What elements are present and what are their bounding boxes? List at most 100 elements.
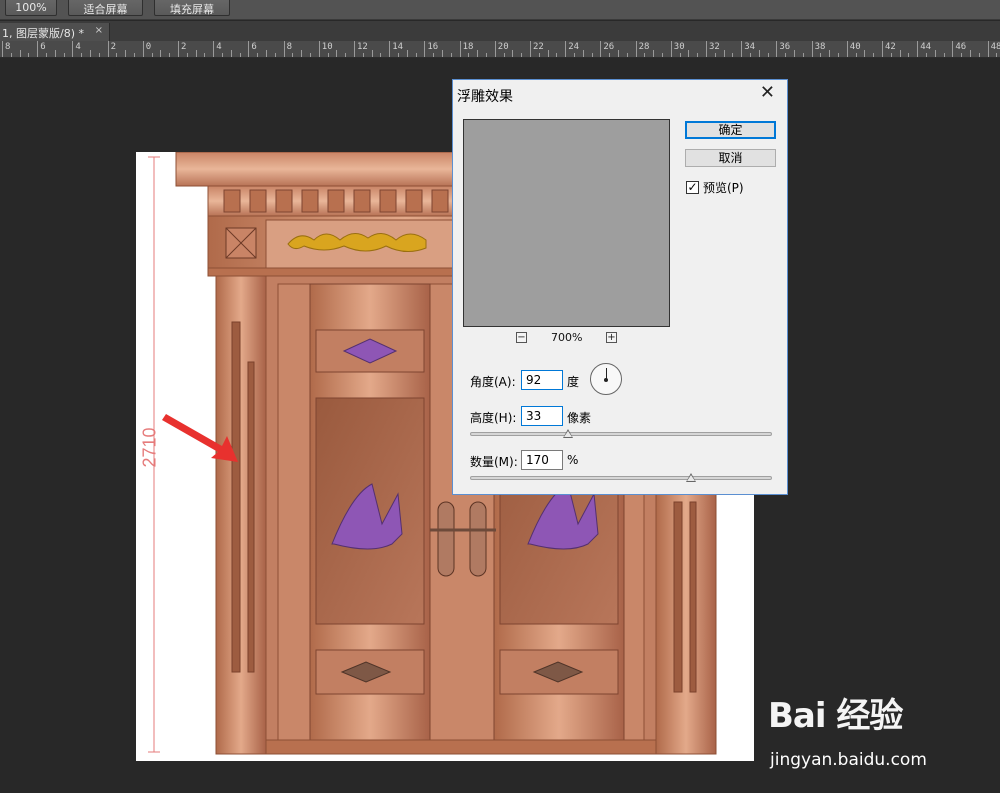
dialog-close-icon[interactable]: ✕ [760,82,775,103]
ruler-major-tick [600,41,602,57]
zoom-100-button[interactable]: 100% [5,0,57,16]
angle-field[interactable]: 92 [521,370,563,390]
ruler-minor-tick [961,53,963,57]
ruler-minor-tick [477,50,479,57]
ruler-minor-tick [591,53,593,57]
dialog-title: 浮雕效果 [457,89,513,105]
ruler-minor-tick [406,50,408,57]
ruler-minor-tick [90,50,91,57]
ruler-major-tick [776,41,778,57]
ruler-minor-tick [943,53,945,57]
close-tab-icon[interactable]: × [95,25,103,36]
ruler-minor-tick [195,50,197,57]
ruler-label: 46 [955,42,967,52]
ruler-minor-tick [714,53,716,57]
height-slider[interactable] [470,429,772,438]
ruler-minor-tick [486,53,487,57]
ruler-minor-tick [697,53,699,57]
ruler-label: 22 [533,42,544,52]
ruler-major-tick [846,41,848,57]
height-field[interactable]: 33 [521,406,563,426]
angle-dial[interactable] [590,363,622,395]
preview-area[interactable] [463,119,670,327]
ruler-minor-tick [257,53,259,57]
ruler-minor-tick [521,53,523,57]
zoom-level: 700% [551,331,583,344]
ruler-major-tick [459,41,461,57]
ruler-label: 8 [286,42,293,52]
ruler-minor-tick [134,53,135,57]
ruler-minor-tick [398,53,399,57]
fit-screen-button[interactable]: 适合屏幕 [68,0,143,16]
ruler-minor-tick [380,53,382,57]
ruler-minor-tick [908,53,910,57]
ok-button[interactable]: 确定 [685,121,776,139]
ruler-major-tick [72,41,74,57]
ruler-label: 14 [392,42,404,52]
zoom-out-icon[interactable]: − [516,332,527,343]
ruler-minor-tick [10,53,12,57]
ruler-label: 34 [744,42,756,52]
ruler-minor-tick [204,53,206,57]
ruler-major-tick [318,41,320,57]
ruler-label: 8 [5,42,11,52]
ruler-minor-tick [362,53,364,57]
options-bar: 100% 适合屏幕 填充屏幕 [0,0,1000,20]
ruler-major-tick [248,41,250,57]
ruler-minor-tick [160,50,162,57]
ruler-minor-tick [433,53,435,57]
ruler-major-tick [882,41,883,57]
ruler-minor-tick [442,50,443,57]
ruler-label: 12 [357,42,368,52]
height-unit: 像素 [567,411,592,425]
ruler-label: 6 [251,42,257,52]
ruler-minor-tick [970,50,971,57]
ruler-minor-tick [98,53,100,57]
horizontal-ruler: 8 6 4 2 0 2 4 6 8 10 12 14 16 18 20 22 24 26 28 30 32 34 36 38 4… [0,41,1000,58]
ruler-label: 2 [110,42,117,52]
angle-label: 角度(A): [470,375,516,389]
ruler-minor-tick [222,53,223,57]
ruler-minor-tick [63,53,65,57]
amount-slider-thumb[interactable] [686,473,697,482]
ruler-minor-tick [116,53,118,57]
ruler-major-tick [2,41,3,57]
ruler-major-tick [424,41,426,57]
ruler-label: 18 [462,42,474,52]
ruler-minor-tick [169,53,171,57]
ruler-minor-tick [926,53,927,57]
fill-screen-button[interactable]: 填充屏幕 [154,0,230,16]
ruler-minor-tick [662,53,663,57]
amount-slider[interactable] [470,473,772,482]
ruler-label: 10 [321,42,333,52]
document-tab[interactable]: 1, 图层蒙版/8) * × [0,23,110,41]
ruler-minor-tick [785,53,787,57]
amount-field[interactable]: 170 [521,450,563,470]
ruler-minor-tick [653,50,655,57]
ruler-minor-tick [415,53,417,57]
height-slider-thumb[interactable] [562,429,573,438]
ruler-label: 0 [145,42,152,52]
ruler-minor-tick [503,53,505,57]
ruler-minor-tick [609,53,611,57]
ruler-minor-tick [723,50,725,57]
preview-checkbox[interactable]: ✓ [686,181,699,194]
ruler-major-tick [917,41,919,57]
ruler-label: 4 [216,42,222,52]
cancel-button[interactable]: 取消 [685,149,776,167]
ruler-minor-tick [820,53,822,57]
ruler-minor-tick [336,50,338,57]
ruler-minor-tick [468,53,470,57]
zoom-in-icon[interactable]: + [606,332,617,343]
ruler-major-tick [283,41,285,57]
ruler-minor-tick [371,50,373,57]
ruler-label: 30 [673,42,685,52]
ruler-major-tick [494,41,496,57]
ruler-label: 44 [920,42,932,52]
baidu-jingyan-logo: Bai 经验 [768,696,903,736]
ruler-minor-tick [28,53,30,57]
ruler-minor-tick [582,50,584,57]
ruler-minor-tick [310,53,311,57]
ruler-minor-tick [450,53,452,57]
ruler-minor-tick [890,53,892,57]
